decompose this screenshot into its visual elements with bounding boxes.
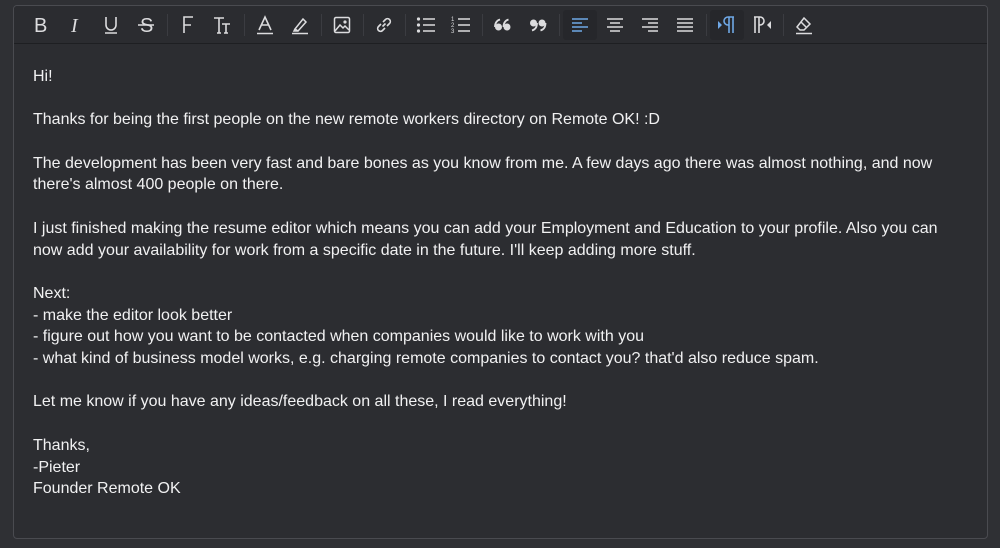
toolbar-divider	[405, 13, 406, 36]
paragraph: Hi!	[33, 68, 53, 85]
clear-format-button[interactable]	[787, 10, 821, 40]
align-left-icon	[572, 17, 588, 32]
eraser-icon	[796, 16, 812, 34]
strikethrough-icon: S	[138, 15, 154, 35]
numbered-list-icon: 123	[451, 17, 470, 34]
paragraph: I just finished making the resume editor…	[33, 219, 938, 237]
quote-close-icon	[530, 19, 547, 31]
rich-text-editor: B I S 1 2 3 Hi! Thanks for being the fir…	[13, 5, 988, 539]
toolbar-divider	[783, 13, 784, 36]
bullet-list-icon	[416, 16, 435, 33]
svg-text:I: I	[70, 15, 79, 35]
quote-open-icon	[494, 18, 511, 30]
align-right-button[interactable]	[633, 10, 667, 40]
font-size-button[interactable]	[206, 10, 240, 40]
highlight-button[interactable]	[283, 10, 317, 40]
font-family-icon	[183, 15, 193, 33]
font-family-button[interactable]	[171, 10, 205, 40]
editor-toolbar: B I S 1 2 3	[14, 6, 987, 44]
rtl-direction-icon	[754, 15, 771, 33]
paragraph: Thanks,	[33, 436, 90, 454]
rtl-direction-button[interactable]	[745, 10, 779, 40]
ltr-direction-icon	[718, 15, 734, 33]
italic-icon: I	[70, 15, 79, 35]
toolbar-divider	[706, 13, 707, 36]
editor-content[interactable]: Hi! Thanks for being the first people on…	[14, 44, 987, 500]
list-item: - what kind of business model works, e.g…	[33, 350, 819, 368]
align-left-button[interactable]	[563, 9, 597, 40]
svg-text:B: B	[34, 15, 47, 35]
text-color-button[interactable]	[248, 10, 282, 40]
paragraph: Founder Remote OK	[33, 480, 181, 498]
toolbar-divider	[559, 13, 560, 36]
align-center-icon	[607, 17, 623, 32]
insert-image-button[interactable]	[325, 10, 359, 40]
font-size-icon	[214, 16, 230, 34]
toolbar-divider	[167, 13, 168, 36]
code-quote-button[interactable]	[521, 10, 555, 40]
blockquote-button[interactable]	[486, 10, 520, 40]
italic-button[interactable]: I	[59, 10, 93, 40]
paragraph: The development has been very fast and b…	[33, 154, 933, 172]
underline-button[interactable]	[94, 10, 128, 40]
justify-icon	[677, 17, 693, 32]
bullet-list-button[interactable]	[409, 10, 443, 40]
svg-text:3: 3	[451, 29, 455, 34]
justify-button[interactable]	[668, 10, 702, 40]
toolbar-divider	[321, 13, 322, 36]
link-icon	[376, 17, 392, 32]
align-right-icon	[642, 17, 658, 32]
numbered-list-button[interactable]: 123	[444, 10, 478, 40]
list-item: - figure out how you want to be contacte…	[33, 328, 644, 346]
bold-button[interactable]: B	[24, 10, 58, 40]
paragraph: Next:	[33, 284, 71, 302]
toolbar-divider	[244, 13, 245, 36]
image-icon	[333, 16, 351, 33]
text-color-icon	[257, 14, 273, 34]
underline-icon	[105, 16, 117, 34]
paragraph: -Pieter	[33, 458, 81, 476]
bold-icon: B	[34, 15, 47, 35]
paragraph: Let me know if you have any ideas/feedba…	[33, 393, 567, 411]
toolbar-divider	[363, 13, 364, 36]
paragraph: now add your availability for work from …	[33, 241, 696, 259]
list-item: - make the editor look better	[33, 306, 233, 324]
highlight-icon	[292, 17, 308, 34]
paragraph: Thanks for being the first people on the…	[33, 111, 660, 129]
toolbar-divider	[482, 13, 483, 36]
insert-link-button[interactable]	[367, 10, 401, 40]
strikethrough-button[interactable]: S	[129, 10, 163, 40]
paragraph: there's almost 400 people on there.	[33, 176, 284, 194]
ltr-direction-button[interactable]	[710, 9, 744, 40]
align-center-button[interactable]	[598, 10, 632, 40]
